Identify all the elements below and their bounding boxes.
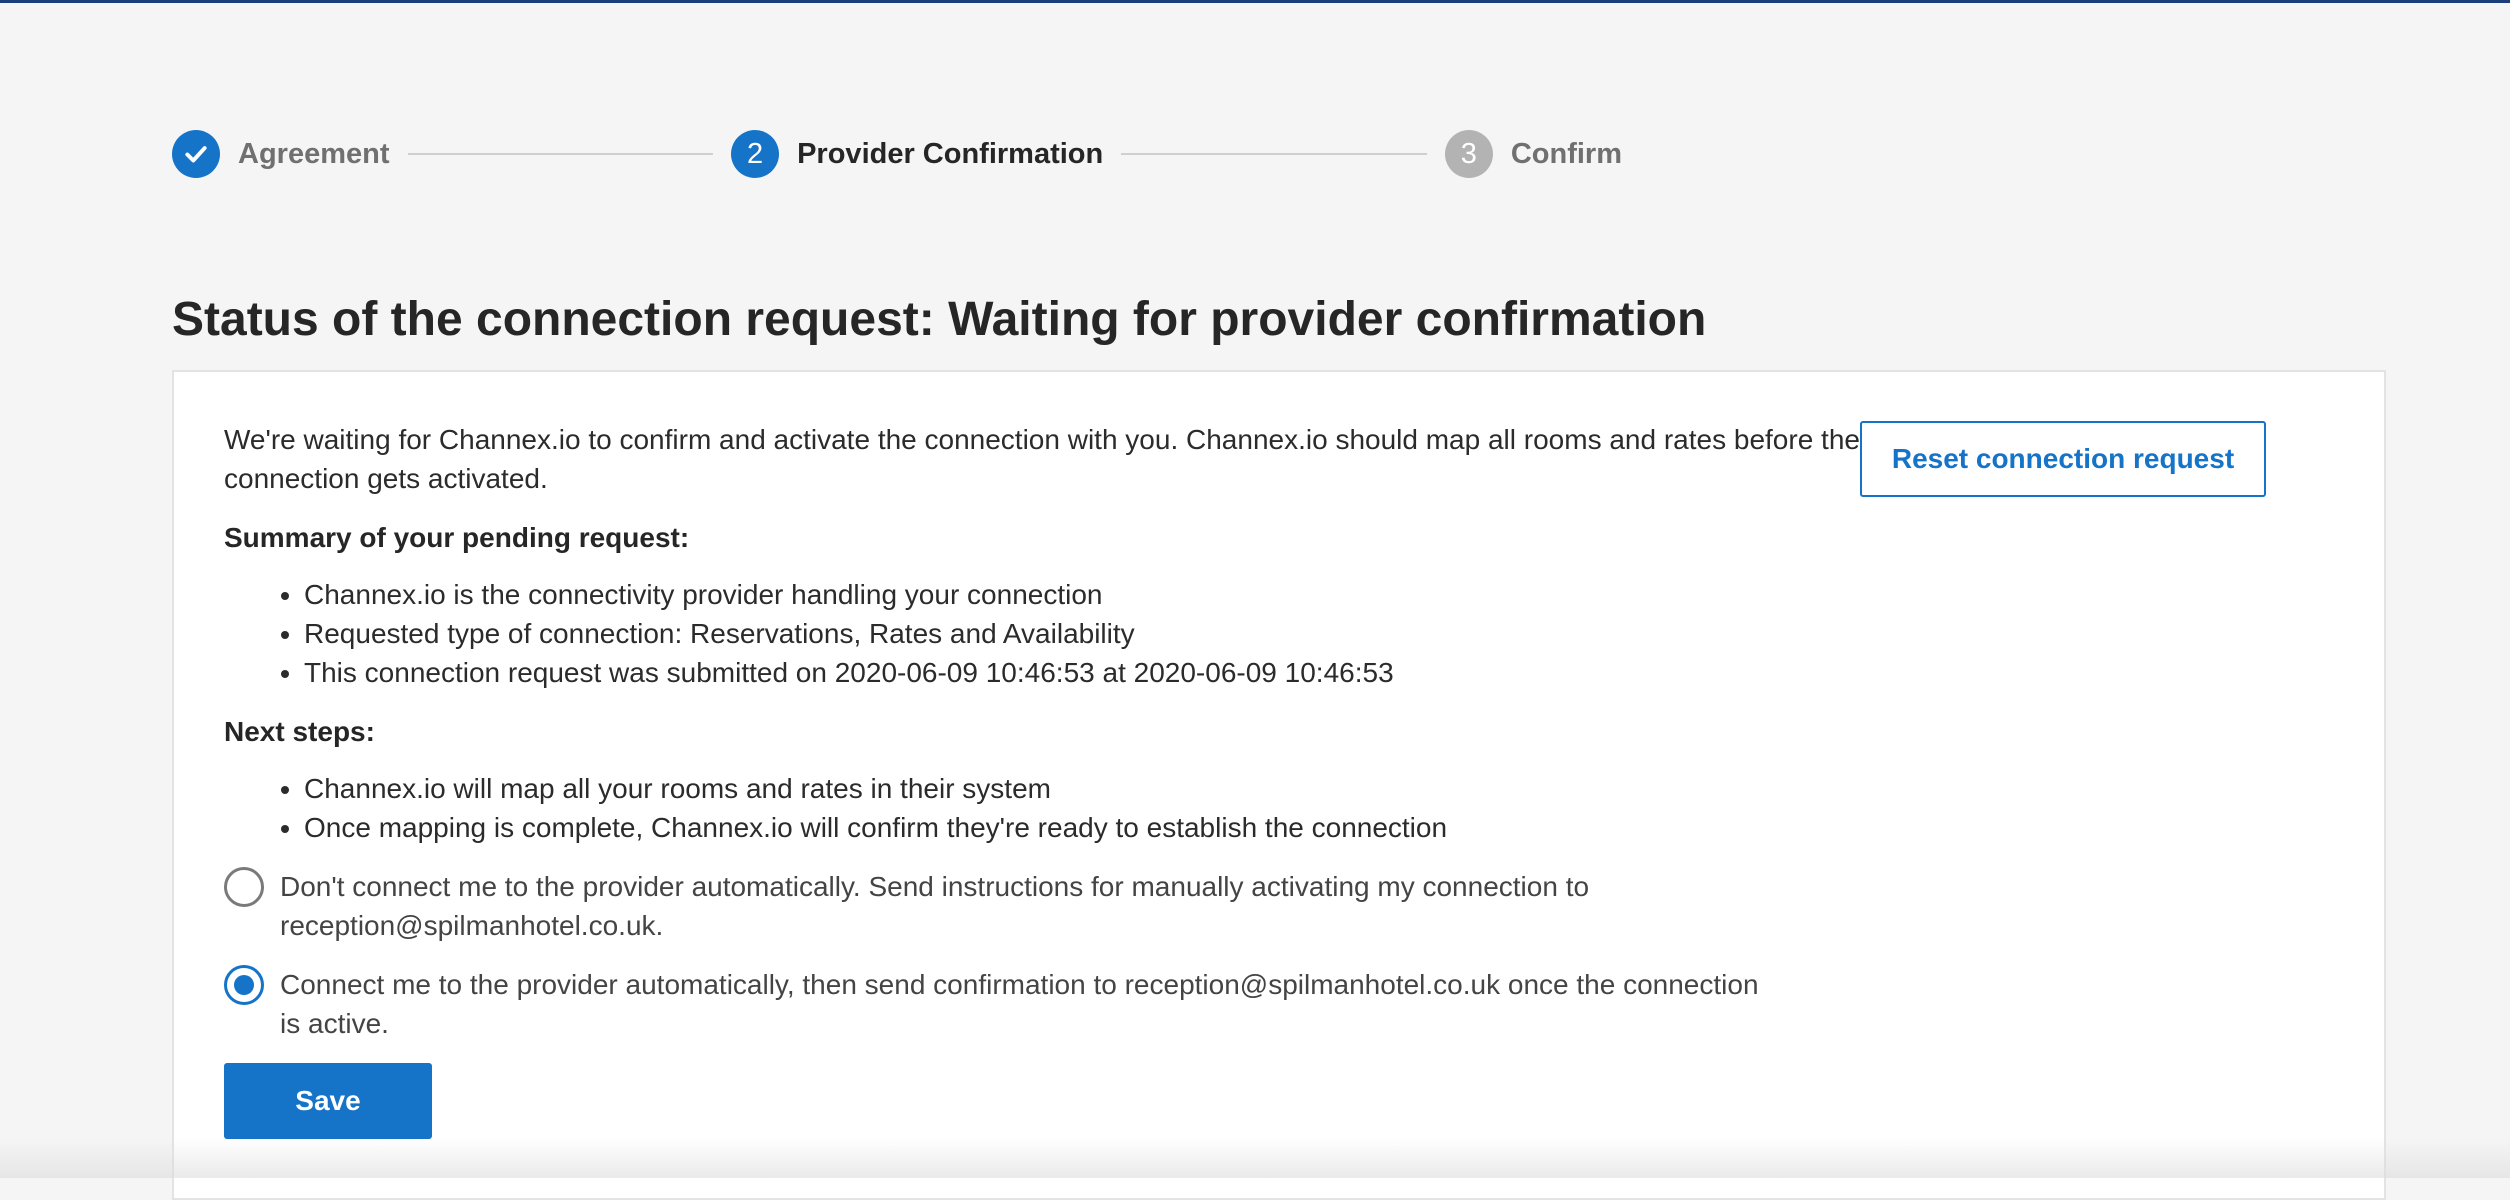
reset-connection-request-button[interactable]: Reset connection request [1860,421,2266,497]
summary-list: Channex.io is the connectivity provider … [224,575,1964,692]
step-agreement-label: Agreement [238,137,390,170]
step-number-badge: 2 [731,130,780,178]
connection-status-card: We're waiting for Channex.io to confirm … [172,370,2386,1200]
step-confirm-label: Confirm [1510,137,1623,170]
list-item: This connection request was submitted on… [304,653,1964,692]
step-number-badge: 3 [1444,130,1493,178]
auto-connect-option[interactable]: Connect me to the provider automatically… [224,965,1964,1043]
page-title: Status of the connection request: Waitin… [172,293,1707,346]
next-steps-list: Channex.io will map all your rooms and r… [224,769,1964,847]
progress-stepper: Agreement 2 Provider Confirmation 3 Conf… [172,128,1622,180]
intro-text: We're waiting for Channex.io to confirm … [224,424,1860,494]
card-body: We're waiting for Channex.io to confirm … [224,420,1964,1139]
step-provider-confirmation: 2 Provider Confirmation [731,130,1103,178]
radio-button-unselected[interactable] [224,867,264,907]
manual-activation-label: Don't connect me to the provider automat… [280,871,1590,941]
save-button[interactable]: Save [224,1063,432,1139]
summary-title: Summary of your pending request: [224,522,690,553]
step-agreement: Agreement [172,130,390,178]
auto-connect-label: Connect me to the provider automatically… [280,969,1759,1039]
checkmark-icon [172,130,220,178]
next-steps-title: Next steps: [224,716,375,747]
radio-button-selected[interactable] [224,965,264,1005]
list-item: Channex.io is the connectivity provider … [304,575,1964,614]
radio-dot [234,975,254,995]
step-confirm: 3 Confirm [1444,130,1623,178]
list-item: Requested type of connection: Reservatio… [304,614,1964,653]
manual-activation-option[interactable]: Don't connect me to the provider automat… [224,867,1964,945]
list-item: Once mapping is complete, Channex.io wil… [304,808,1964,847]
step-connector [407,153,714,155]
list-item: Channex.io will map all your rooms and r… [304,769,1964,808]
step-connector [1121,153,1427,155]
step-provider-confirmation-label: Provider Confirmation [797,137,1104,170]
top-accent-line [0,0,2510,3]
